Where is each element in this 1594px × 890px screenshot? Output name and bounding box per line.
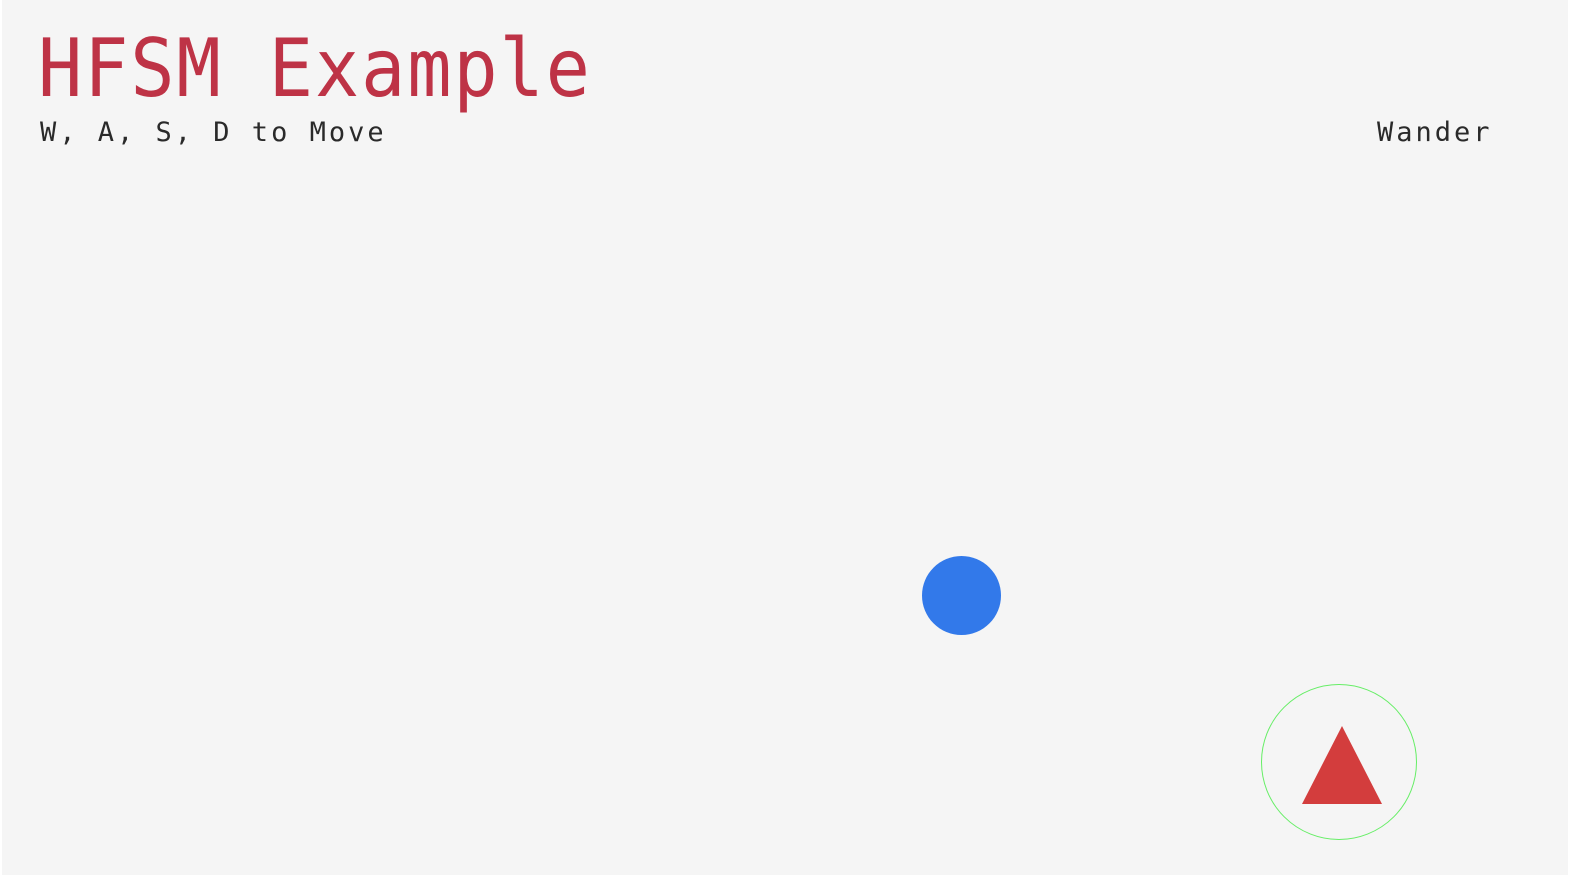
state-label: Wander <box>1377 117 1493 148</box>
controls-hint: W, A, S, D to Move <box>40 117 387 148</box>
enemy-triangle-shape <box>1302 726 1382 804</box>
game-canvas[interactable]: HFSM Example W, A, S, D to Move Wander <box>2 0 1568 875</box>
enemy-triangle <box>1302 726 1382 804</box>
game-title: HFSM Example <box>38 22 592 115</box>
player-circle <box>922 556 1001 635</box>
